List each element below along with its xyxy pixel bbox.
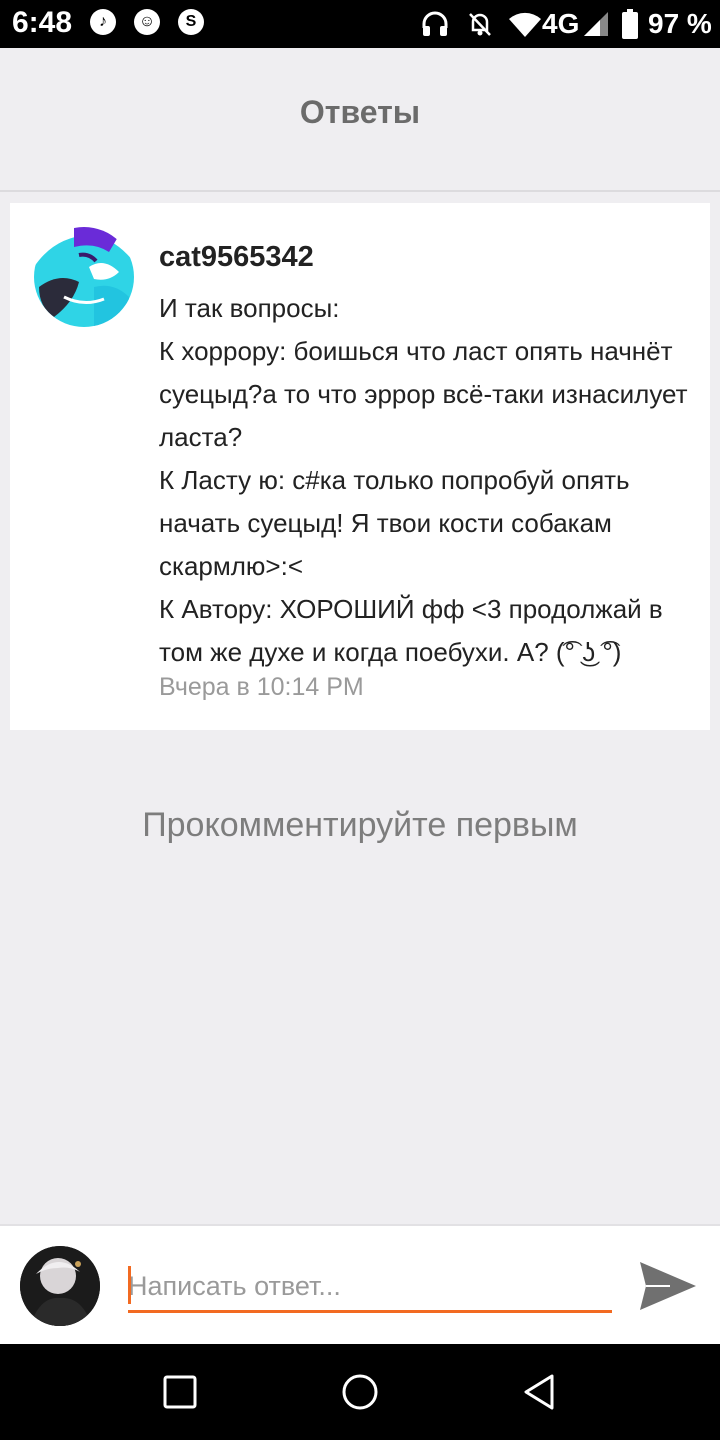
reply-input[interactable] bbox=[128, 1262, 612, 1313]
text-cursor bbox=[128, 1266, 131, 1304]
reply-bar bbox=[0, 1224, 720, 1346]
avatar-image bbox=[34, 227, 134, 327]
back-button[interactable] bbox=[520, 1372, 560, 1412]
page-title: Ответы bbox=[299, 94, 421, 130]
my-avatar-image bbox=[20, 1246, 100, 1326]
avatar[interactable] bbox=[34, 227, 134, 327]
home-button[interactable] bbox=[340, 1372, 380, 1412]
status-time: 6:48 bbox=[12, 6, 73, 39]
status-bar: 6:48 ♪ ☺ S 4G 97 % bbox=[0, 0, 720, 48]
comment-text: И так вопросы: К хоррору: боишься что ла… bbox=[159, 293, 688, 667]
comment-card: cat9565342 И так вопросы: К хоррору: бои… bbox=[10, 203, 710, 730]
my-avatar bbox=[20, 1246, 100, 1326]
network-type: 4G bbox=[542, 8, 580, 39]
send-icon[interactable] bbox=[636, 1256, 700, 1316]
page-header: Ответы bbox=[0, 48, 720, 192]
signal-icon bbox=[584, 12, 608, 36]
battery-percent: 97 % bbox=[648, 8, 712, 39]
shazam-icon: S bbox=[178, 9, 204, 35]
wifi-icon bbox=[509, 12, 541, 37]
notifications-off-icon bbox=[469, 13, 491, 36]
recent-apps-button[interactable] bbox=[160, 1372, 200, 1412]
comment-author[interactable]: cat9565342 bbox=[159, 241, 314, 274]
lion-app-icon: ☺ bbox=[134, 9, 160, 35]
comment-timestamp: Вчера в 10:14 PM bbox=[159, 673, 364, 701]
music-icon: ♪ bbox=[90, 9, 116, 35]
headphones-icon bbox=[422, 11, 448, 36]
system-nav-bar bbox=[0, 1344, 720, 1440]
empty-state-message: Прокомментируйте первым bbox=[142, 806, 578, 844]
battery-icon bbox=[622, 9, 638, 39]
